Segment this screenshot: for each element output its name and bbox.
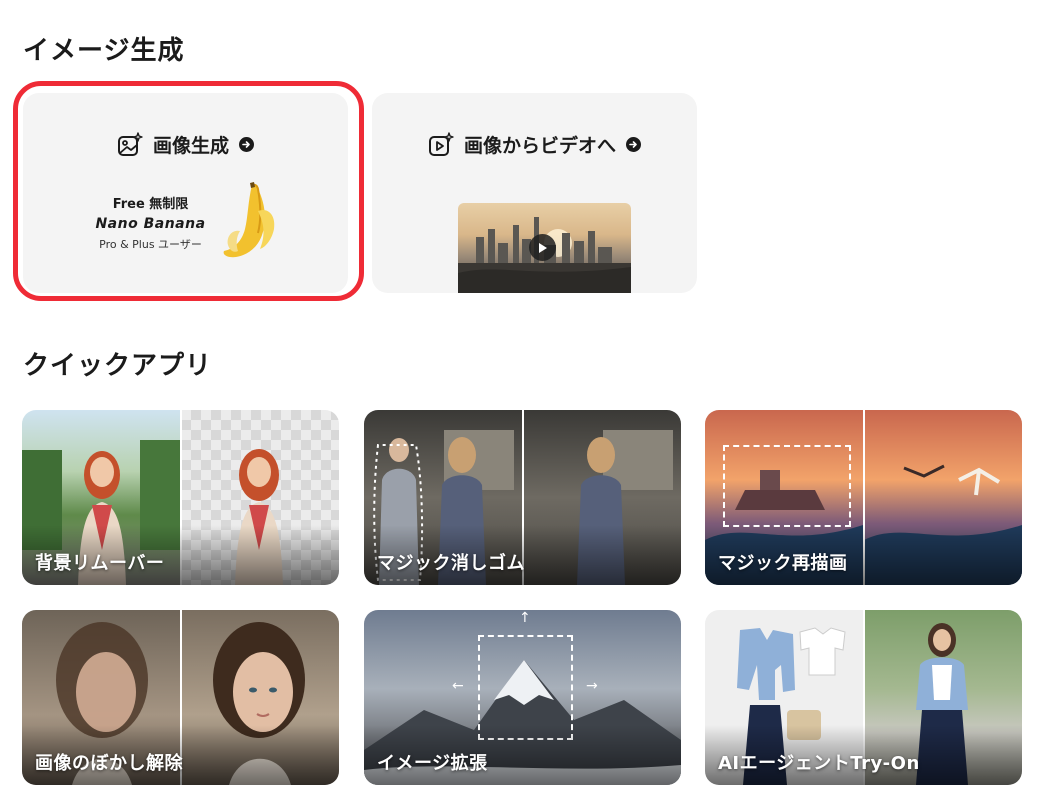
image-generation-label: 画像生成	[152, 135, 229, 157]
image-to-video-card[interactable]: 画像からビデオへ	[372, 93, 697, 293]
promo-free-text: Free 無制限	[112, 197, 189, 212]
image-generation-card[interactable]: 画像生成 Free 無制限 Nano Banana Pro & Plus ユーザ…	[23, 93, 348, 293]
arrow-left-icon: ←	[452, 678, 464, 694]
quick-app-unblur[interactable]: 画像のぼかし解除	[22, 610, 339, 785]
quick-app-label: AIエージェントTry-On	[718, 753, 920, 774]
city-video-thumbnail[interactable]	[458, 203, 631, 293]
play-button[interactable]	[529, 234, 556, 261]
arrow-right-icon: →	[586, 678, 598, 694]
promo-users-text: Pro & Plus ユーザー	[99, 238, 202, 251]
image-to-video-card-header: 画像からビデオへ	[372, 131, 697, 158]
quick-app-label: 画像のぼかし解除	[35, 753, 183, 774]
quick-app-label: 背景リムーバー	[35, 553, 165, 574]
play-icon	[539, 242, 547, 253]
selection-box	[723, 445, 851, 527]
arrow-right-circle-icon	[626, 137, 641, 152]
section-title-image-generation: イメージ生成	[23, 36, 185, 66]
promo-model-text: Nano Banana	[95, 216, 206, 232]
image-sparkle-icon	[117, 131, 143, 156]
quick-app-background-remover[interactable]: 背景リムーバー	[22, 410, 339, 585]
image-to-video-label: 画像からビデオへ	[463, 135, 616, 157]
quick-app-ai-try-on[interactable]: AIエージェントTry-On	[705, 610, 1022, 785]
nano-banana-promo: Free 無制限 Nano Banana Pro & Plus ユーザー	[83, 193, 218, 252]
banana-icon	[223, 182, 275, 258]
arrow-right-circle-icon	[239, 137, 254, 152]
quick-app-label: イメージ拡張	[377, 753, 488, 774]
video-sparkle-icon	[428, 131, 454, 156]
quick-app-image-expand[interactable]: ↑ ← → イメージ拡張	[364, 610, 681, 785]
quick-app-magic-eraser[interactable]: マジック消しゴム	[364, 410, 681, 585]
quick-app-label: マジック消しゴム	[377, 553, 525, 574]
quick-app-label: マジック再描画	[718, 553, 848, 574]
section-title-quick-apps: クイックアプリ	[23, 351, 213, 381]
image-generation-card-header: 画像生成	[23, 131, 348, 158]
arrow-up-icon: ↑	[519, 610, 531, 626]
quick-app-magic-redraw[interactable]: マジック再描画	[705, 410, 1022, 585]
